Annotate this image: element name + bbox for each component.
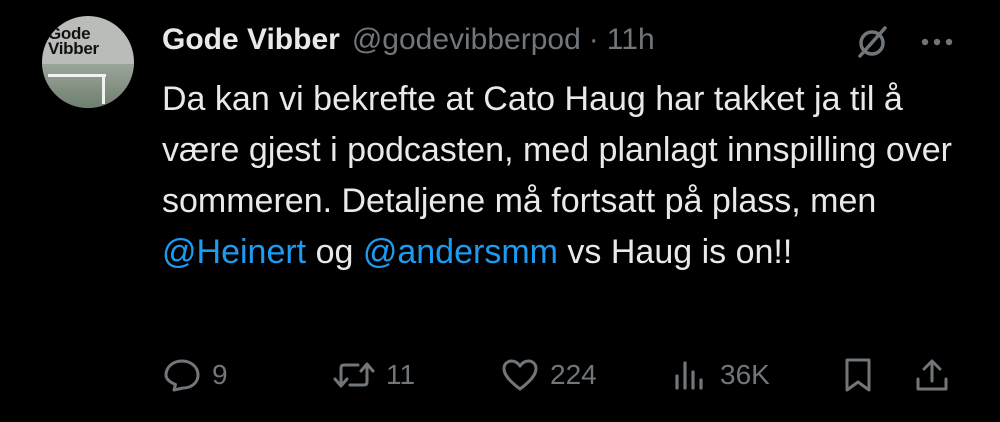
share-upload-icon: [912, 355, 952, 395]
more-icon[interactable]: [920, 25, 954, 59]
avatar-goal-bar: [48, 74, 106, 77]
action-bar: 9 11 224 36K: [162, 350, 962, 400]
tweet-text-part2: og: [306, 233, 363, 271]
tweet-text-part1: Da kan vi bekrefte at Cato Haug har takk…: [162, 80, 953, 220]
heart-icon: [500, 355, 540, 395]
avatar-goal-post: [102, 74, 105, 104]
reply-button[interactable]: 9: [162, 350, 228, 400]
reply-count: 9: [212, 359, 228, 390]
repost-arrows-icon: [332, 355, 376, 395]
timestamp[interactable]: 11h: [607, 23, 655, 57]
like-button[interactable]: 224: [500, 350, 597, 400]
mention-andersmm[interactable]: @andersmm: [363, 233, 558, 271]
avatar[interactable]: Gode Vibber: [42, 16, 134, 108]
view-count: 36K: [720, 359, 770, 390]
like-count: 224: [550, 359, 597, 390]
tweet-text-part3: vs Haug is on!!: [557, 233, 793, 271]
tweet-text: Da kan vi bekrefte at Cato Haug har takk…: [162, 74, 962, 278]
avatar-logo-line2: Vibber: [48, 39, 99, 58]
bookmark-icon: [838, 355, 878, 395]
mention-heinert[interactable]: @Heinert: [162, 233, 306, 271]
bar-chart-icon: [670, 355, 710, 395]
avatar-field: [42, 64, 134, 108]
speech-bubble-icon: [162, 355, 202, 395]
views-button[interactable]: 36K: [670, 350, 770, 400]
display-name[interactable]: Gode Vibber: [162, 23, 340, 57]
tweet-header: Gode Vibber @godevibberpod · 11h: [162, 20, 655, 60]
separator-dot: ·: [588, 23, 599, 56]
header-actions: [852, 22, 954, 62]
avatar-logo-text: Gode Vibber: [48, 25, 99, 58]
repost-count: 11: [386, 359, 416, 390]
user-handle[interactable]: @godevibberpod: [352, 23, 581, 57]
share-button[interactable]: [912, 350, 952, 400]
repost-button[interactable]: 11: [332, 350, 415, 400]
bookmark-button[interactable]: [838, 350, 878, 400]
grok-icon[interactable]: [852, 22, 892, 62]
tweet[interactable]: Gode Vibber Gode Vibber @godevibberpod ·…: [0, 0, 1000, 422]
